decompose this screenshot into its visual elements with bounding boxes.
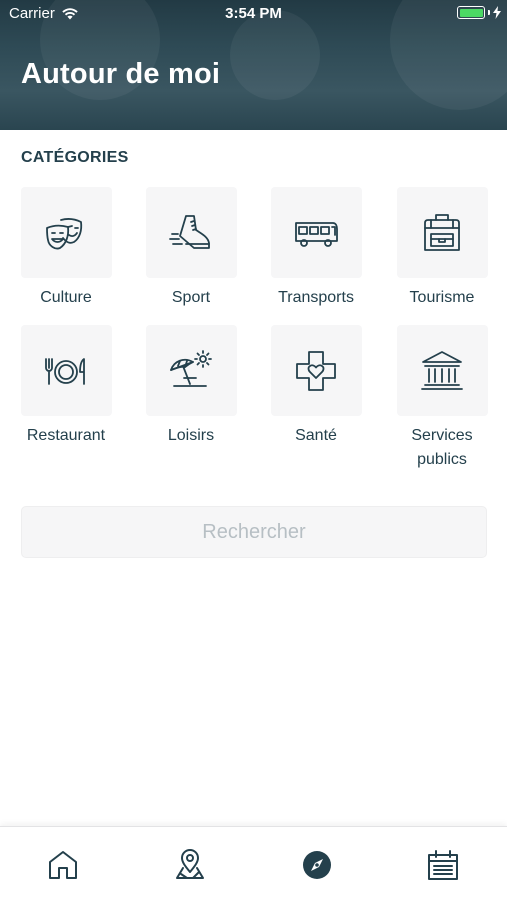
page-title: Autour de moi bbox=[21, 58, 221, 90]
category-restaurant[interactable]: Restaurant bbox=[6, 325, 126, 448]
tab-bar bbox=[0, 826, 507, 900]
category-tile[interactable] bbox=[270, 187, 362, 278]
running-shoe-icon bbox=[169, 214, 210, 249]
tab-home[interactable] bbox=[43, 845, 83, 885]
bus-icon bbox=[295, 221, 338, 247]
category-culture[interactable]: Culture bbox=[6, 187, 126, 310]
calendar-icon bbox=[428, 850, 458, 880]
category-label: Restaurant bbox=[26, 427, 106, 444]
category-tourisme[interactable]: Tourisme bbox=[382, 187, 502, 310]
category-tile[interactable] bbox=[270, 325, 362, 416]
health-cross-icon bbox=[296, 350, 336, 391]
search-button[interactable]: Rechercher bbox=[21, 506, 487, 558]
category-transports[interactable]: Transports bbox=[256, 187, 376, 310]
tab-map[interactable] bbox=[170, 845, 210, 885]
tab-calendar[interactable] bbox=[423, 845, 463, 885]
map-pin-icon bbox=[176, 849, 204, 879]
category-sante[interactable]: Santé bbox=[256, 325, 376, 448]
theater-masks-icon bbox=[46, 217, 83, 249]
category-label: Loisirs bbox=[167, 427, 215, 444]
beach-umbrella-icon bbox=[170, 349, 212, 387]
category-label: Transports bbox=[278, 289, 354, 306]
home-icon bbox=[49, 851, 77, 879]
category-label: Tourisme bbox=[409, 289, 475, 306]
category-sport[interactable]: Sport bbox=[131, 187, 251, 310]
category-tile[interactable] bbox=[20, 325, 112, 416]
category-tile[interactable] bbox=[145, 187, 237, 278]
category-label: Services publics bbox=[411, 427, 473, 468]
category-loisirs[interactable]: Loisirs bbox=[131, 325, 251, 448]
category-tile[interactable] bbox=[20, 187, 112, 278]
tab-explore[interactable] bbox=[297, 845, 337, 885]
category-services-publics[interactable]: Services publics bbox=[382, 325, 502, 472]
battery-indicator bbox=[457, 6, 501, 19]
category-label: Sport bbox=[171, 289, 211, 306]
public-building-icon bbox=[421, 350, 463, 390]
status-bar: Carrier 3:54 PM bbox=[0, 0, 507, 28]
category-tile[interactable] bbox=[396, 187, 488, 278]
category-tile[interactable] bbox=[145, 325, 237, 416]
charging-bolt-icon bbox=[493, 6, 501, 19]
backpack-icon bbox=[424, 213, 460, 251]
category-tile[interactable] bbox=[396, 325, 488, 416]
battery-icon bbox=[457, 6, 485, 19]
categories-section-title: CATÉGORIES bbox=[21, 149, 129, 166]
compass-icon bbox=[303, 851, 331, 879]
status-time: 3:54 PM bbox=[225, 5, 282, 22]
header: Carrier 3:54 PM Autour de moi bbox=[0, 0, 507, 130]
category-label: Santé bbox=[295, 427, 337, 444]
plate-cutlery-icon bbox=[45, 357, 85, 385]
category-label: Culture bbox=[40, 289, 92, 306]
